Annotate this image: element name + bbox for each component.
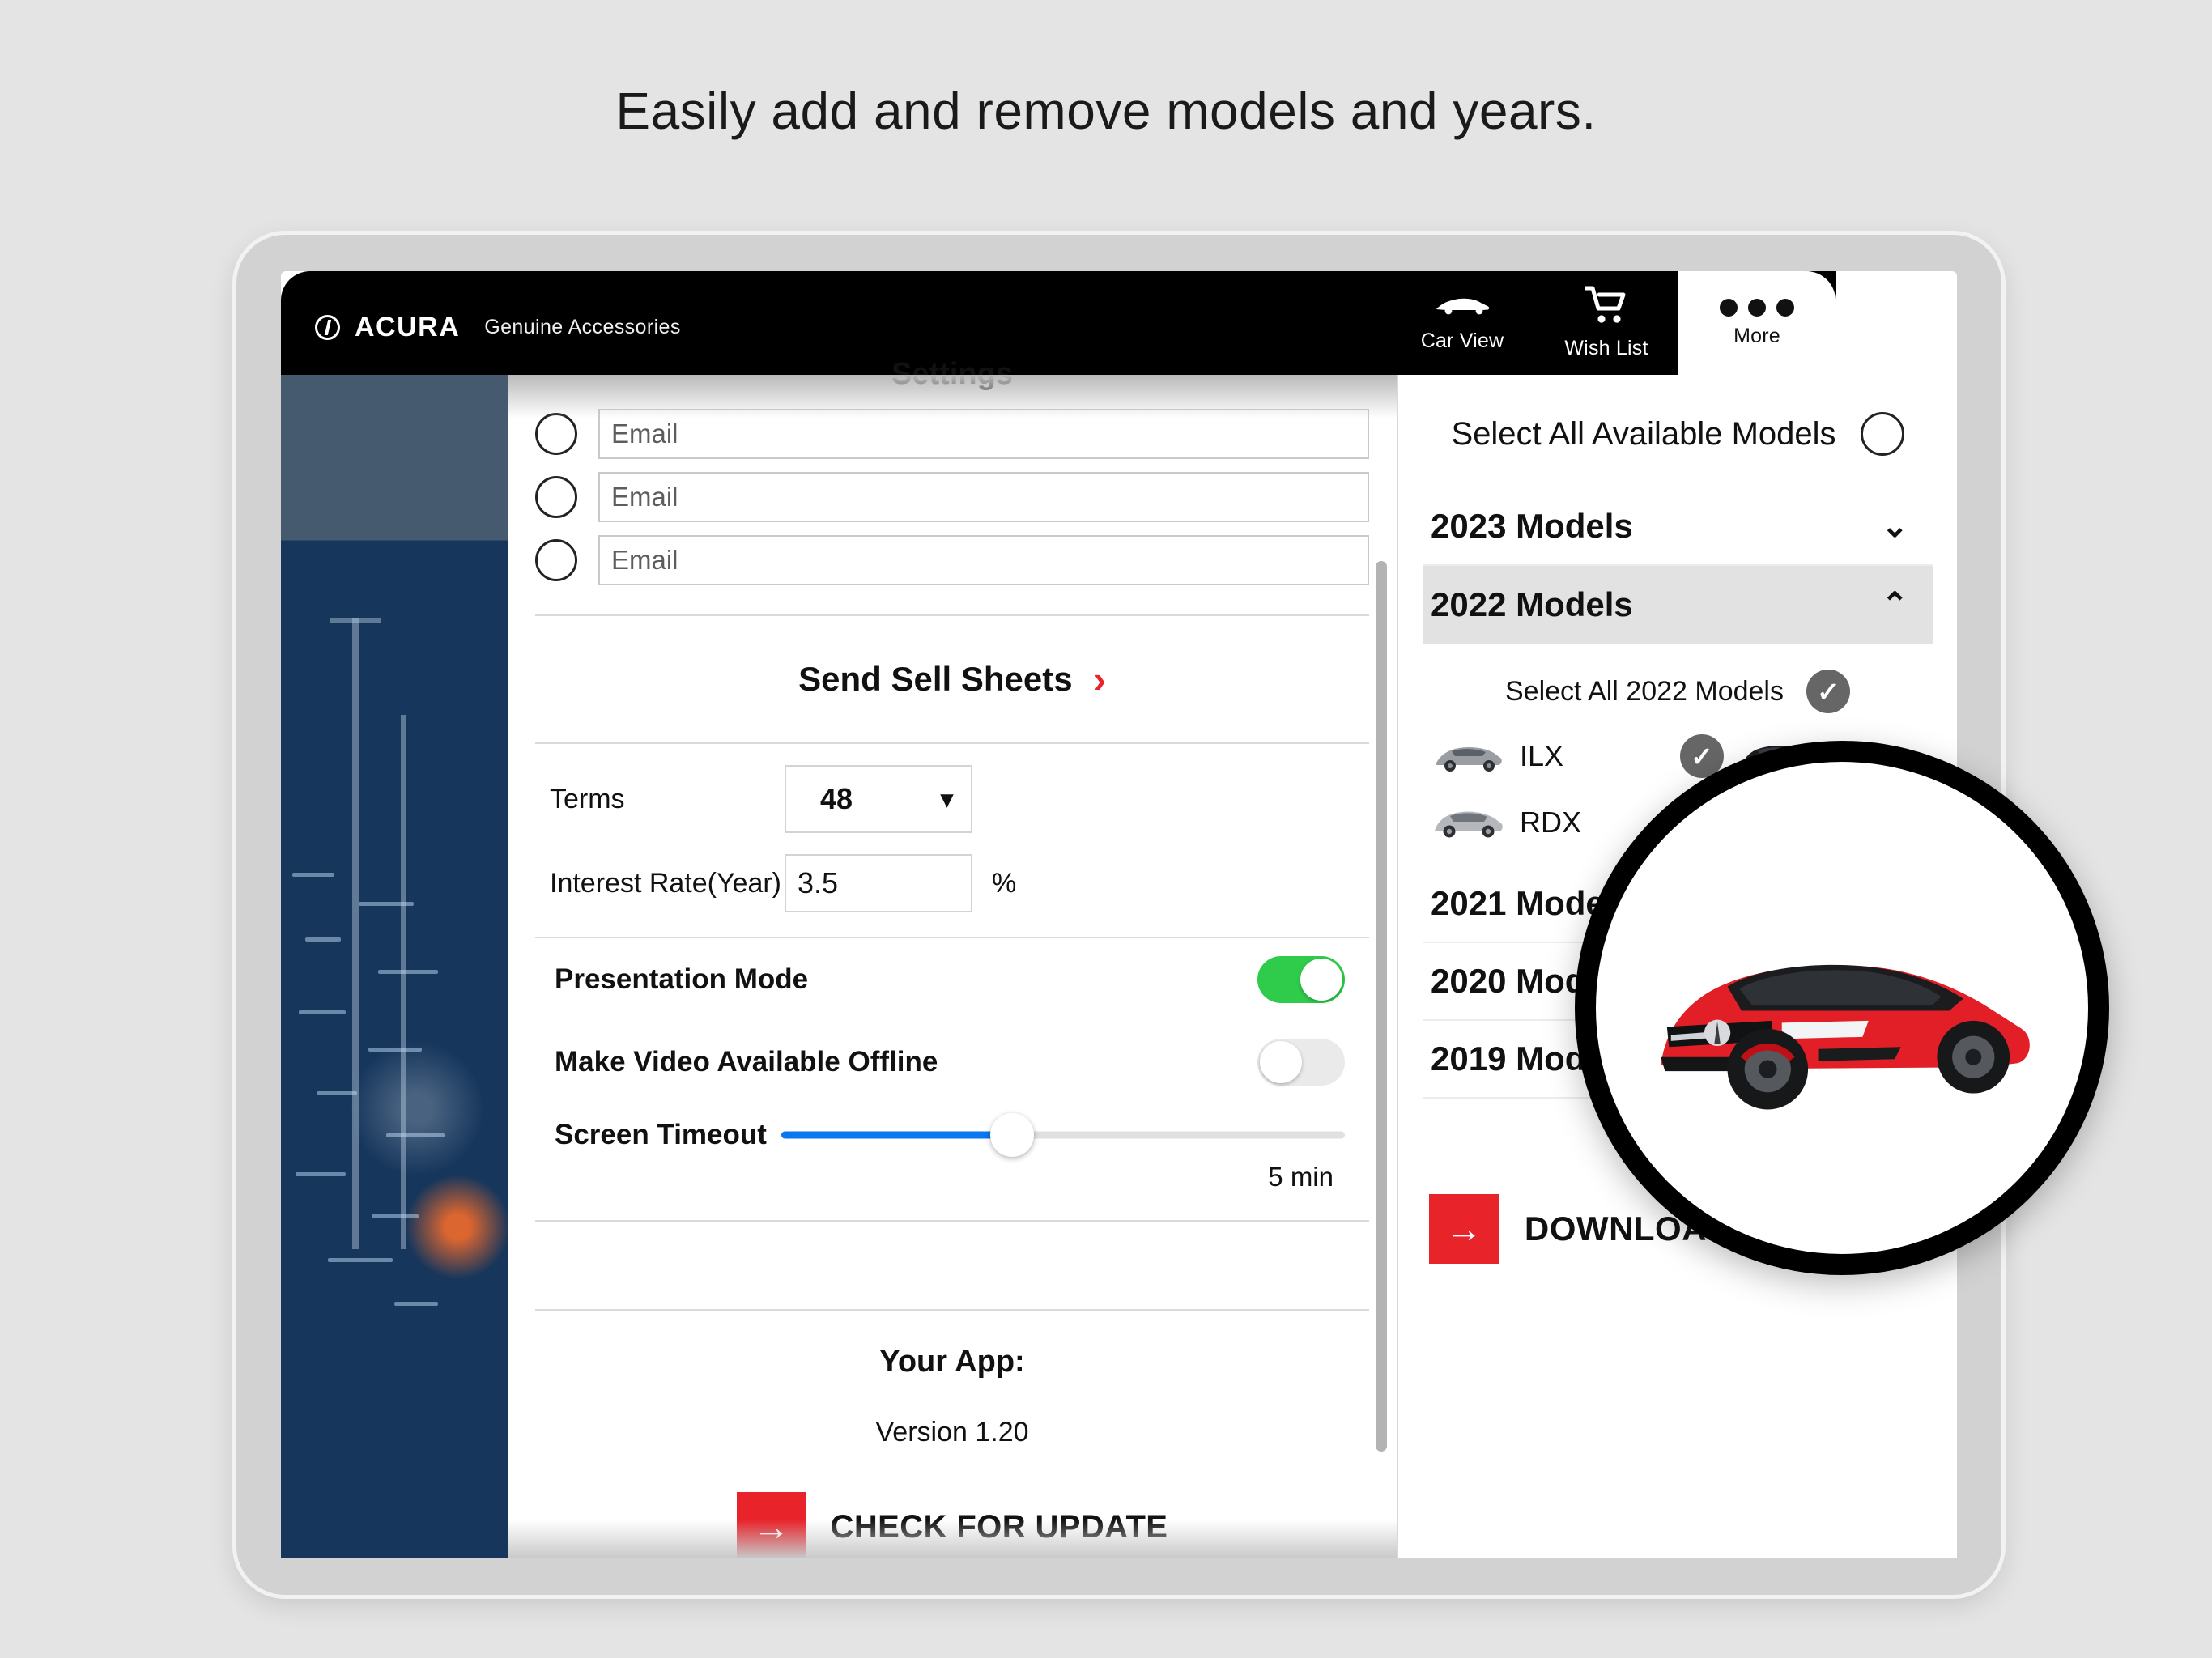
app-info-block: Your App: Version 1.20: [535, 1311, 1369, 1448]
send-sell-sheets-button[interactable]: Send Sell Sheets ›: [535, 616, 1369, 742]
select-all-available-checkbox[interactable]: [1860, 412, 1904, 456]
offline-video-row: Make Video Available Offline: [535, 1021, 1369, 1103]
presentation-mode-label: Presentation Mode: [555, 963, 809, 995]
email-row: [535, 409, 1369, 459]
presentation-mode-toggle[interactable]: [1257, 956, 1345, 1003]
model-item-rdx[interactable]: RDX: [1431, 801, 1664, 844]
nav-item-wish-list[interactable]: Wish List: [1534, 271, 1678, 375]
brand-logo: ACURA Genuine Accessories: [315, 312, 681, 343]
nav-actions: Car View Wish List More: [1390, 271, 1836, 375]
app-version-label: Version 1.20: [875, 1417, 1029, 1448]
chevron-down-icon: ▾: [940, 785, 953, 813]
app-title-label: Your App:: [879, 1345, 1025, 1379]
email-input-2[interactable]: [598, 472, 1369, 522]
email-radio-2[interactable]: [535, 476, 577, 518]
three-dots-icon: [1720, 298, 1794, 317]
screen-timeout-slider[interactable]: [781, 1112, 1345, 1158]
check-for-update-label: CHECK FOR UPDATE: [830, 1508, 1168, 1545]
top-navigation-bar: ACURA Genuine Accessories Car View Wish …: [281, 271, 1836, 375]
year-row-2022[interactable]: 2022 Models ⌃: [1423, 566, 1933, 644]
nav-item-car-view[interactable]: Car View: [1390, 271, 1534, 375]
background-video: [281, 375, 508, 1558]
page-title: Easily add and remove models and years.: [615, 82, 1597, 140]
car-thumbnail-icon: [1431, 735, 1505, 777]
presentation-mode-row: Presentation Mode: [535, 938, 1369, 1021]
terms-value: 48: [820, 782, 853, 815]
email-row: [535, 472, 1369, 522]
cart-icon: [1583, 286, 1628, 329]
year-label-2023: 2023 Models: [1431, 507, 1633, 545]
send-sell-sheets-label: Send Sell Sheets: [798, 660, 1073, 698]
brand-tagline: Genuine Accessories: [484, 316, 681, 338]
terms-row: Terms 48 ▾: [535, 744, 1369, 833]
select-all-available-label: Select All Available Models: [1451, 415, 1836, 452]
car-thumbnail-icon: [1431, 801, 1505, 844]
interest-rate-label: Interest Rate(Year): [550, 867, 781, 899]
slider-handle[interactable]: [990, 1113, 1035, 1157]
screen-timeout-value: 5 min: [1268, 1162, 1334, 1192]
year-label-2022: 2022 Models: [1431, 585, 1633, 623]
city-lights: [281, 848, 508, 1499]
chevron-right-icon: ›: [1093, 658, 1106, 700]
car-icon: [1434, 293, 1491, 321]
email-radio-1[interactable]: [535, 413, 577, 455]
brand-name: ACURA: [355, 312, 461, 342]
chevron-down-icon: ⌄: [1881, 508, 1908, 544]
settings-scrollbar[interactable]: [1376, 561, 1387, 1452]
email-input-1[interactable]: [598, 409, 1369, 459]
chevron-up-icon: ⌃: [1881, 587, 1908, 623]
select-all-available-row[interactable]: Select All Available Models: [1423, 375, 1933, 488]
interest-rate-row: Interest Rate(Year) 3.5 %: [535, 833, 1369, 912]
screen-timeout-label: Screen Timeout: [555, 1119, 767, 1150]
model-name-ilx: ILX: [1520, 739, 1564, 772]
nav-label-more: More: [1733, 324, 1780, 347]
year-row-2023[interactable]: 2023 Models ⌄: [1423, 488, 1933, 566]
settings-scroll-area[interactable]: Send Sell Sheets › Terms 48 ▾ Interest R…: [508, 375, 1397, 1558]
email-row: [535, 535, 1369, 585]
terms-label: Terms: [550, 783, 625, 814]
offline-video-label: Make Video Available Offline: [555, 1046, 938, 1078]
settings-panel: Settings Email Email Email Send Sell She…: [508, 357, 1398, 1558]
select-all-2022-row[interactable]: Select All 2022 Models ✓: [1423, 644, 1933, 734]
model-item-ilx[interactable]: ILX: [1431, 734, 1664, 778]
check-for-update-button[interactable]: → CHECK FOR UPDATE: [535, 1448, 1369, 1558]
interest-rate-input[interactable]: 3.5: [785, 854, 972, 912]
arrow-right-icon: →: [736, 1492, 806, 1558]
nav-label-car-view: Car View: [1420, 329, 1504, 352]
red-acura-mdx-illustration: [1660, 965, 2030, 1110]
magnifier-callout: [1575, 741, 2109, 1275]
arrow-right-icon: →: [1428, 1194, 1499, 1264]
select-all-2022-label: Select All 2022 Models: [1505, 675, 1784, 707]
nav-label-wish-list: Wish List: [1564, 337, 1648, 359]
screen-timeout-row: Screen Timeout: [535, 1103, 1369, 1158]
select-all-2022-checkbox[interactable]: ✓: [1806, 670, 1850, 713]
percent-symbol: %: [992, 867, 1017, 899]
acura-caliper-icon: [315, 315, 340, 340]
terms-select[interactable]: 48 ▾: [785, 765, 972, 833]
nav-item-more[interactable]: More: [1678, 271, 1836, 375]
email-input-3[interactable]: [598, 535, 1369, 585]
offline-video-toggle[interactable]: [1257, 1039, 1345, 1086]
settings-heading-clipped: Settings: [891, 357, 1013, 391]
email-radio-3[interactable]: [535, 539, 577, 581]
